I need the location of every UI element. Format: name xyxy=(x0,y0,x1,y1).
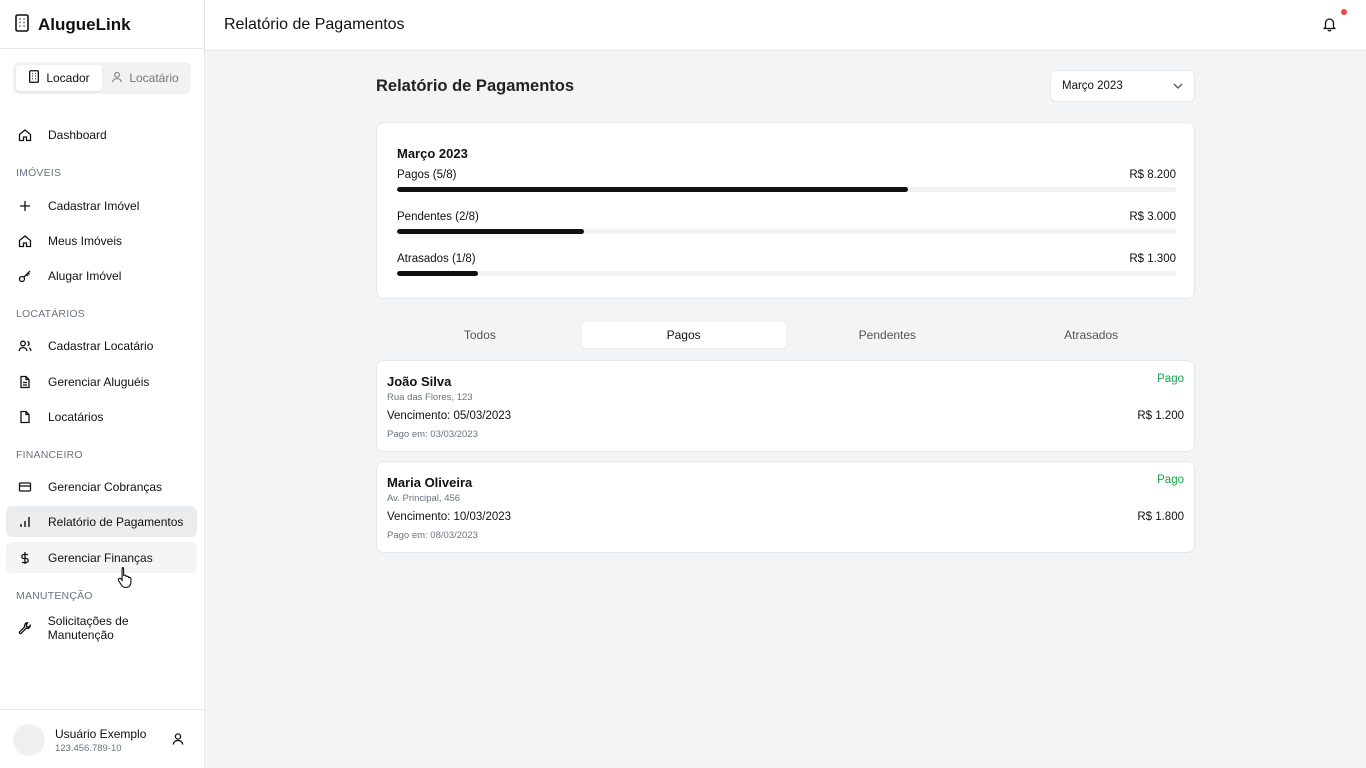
payment-card[interactable]: Maria Oliveira Av. Principal, 456 Vencim… xyxy=(376,461,1195,553)
header-title: Relatório de Pagamentos xyxy=(224,16,405,33)
page-title: Relatório de Pagamentos xyxy=(376,77,575,95)
avatar[interactable] xyxy=(13,724,45,756)
dollar-icon xyxy=(6,551,44,565)
month-select[interactable]: Março 2023 xyxy=(1050,70,1195,102)
sidebar-item-relatorio-pagamentos[interactable]: Relatório de Pagamentos xyxy=(6,506,197,537)
summary-card: Março 2023 Pagos (5/8) R$ 8.200 Pendente… xyxy=(376,122,1195,299)
tab-pagos[interactable]: Pagos xyxy=(581,322,786,348)
profile-icon[interactable] xyxy=(171,732,185,751)
month-select-value: Março 2023 xyxy=(1062,80,1123,92)
status-badge: Pago xyxy=(1157,474,1184,486)
summary-amount: R$ 8.200 xyxy=(1129,169,1176,181)
sidebar-item-gerenciar-cobrancas[interactable]: Gerenciar Cobranças xyxy=(6,471,197,502)
divider xyxy=(0,709,204,710)
role-landlord-label: Locador xyxy=(46,71,90,85)
sidebar-item-gerenciar-financas[interactable]: Gerenciar Finanças xyxy=(6,542,197,573)
sidebar-item-locatarios[interactable]: Locatários xyxy=(6,401,197,432)
home-icon xyxy=(6,234,44,248)
progress-track xyxy=(397,187,1176,192)
credit-card-icon xyxy=(6,480,44,494)
payment-card[interactable]: João Silva Rua das Flores, 123 Venciment… xyxy=(376,360,1195,452)
bell-icon[interactable] xyxy=(1322,16,1337,37)
status-tabs: Todos Pagos Pendentes Atrasados xyxy=(376,320,1195,350)
divider xyxy=(0,48,204,49)
building-icon xyxy=(14,13,30,37)
home-icon xyxy=(6,128,44,142)
summary-amount: R$ 3.000 xyxy=(1129,211,1176,223)
summary-amount: R$ 1.300 xyxy=(1129,253,1176,265)
summary-label: Pendentes (2/8) xyxy=(397,211,479,223)
bar-chart-icon xyxy=(6,515,44,529)
progress-track xyxy=(397,229,1176,234)
building-icon xyxy=(28,70,40,86)
due-date: Vencimento: 05/03/2023 xyxy=(387,410,512,422)
section-imoveis: IMÓVEIS xyxy=(16,167,62,179)
top-bar: Relatório de Pagamentos xyxy=(205,0,1366,51)
progress-fill xyxy=(397,229,584,234)
sidebar-item-cadastrar-imovel[interactable]: Cadastrar Imóvel xyxy=(6,190,197,221)
payment-amount: R$ 1.800 xyxy=(1137,511,1184,523)
user-id: 123.456.789-10 xyxy=(55,743,122,754)
sidebar-item-cadastrar-locatario[interactable]: Cadastrar Locatário xyxy=(6,330,197,361)
sidebar-item-solicitacoes-manutencao[interactable]: Solicitações de Manutenção xyxy=(6,612,197,643)
due-date: Vencimento: 10/03/2023 xyxy=(387,511,512,523)
section-manutencao: MANUTENÇÃO xyxy=(16,590,93,602)
paid-date: Pago em: 08/03/2023 xyxy=(387,530,478,541)
user-name: Usuário Exemplo xyxy=(55,727,147,741)
summary-title: Março 2023 xyxy=(397,146,468,161)
role-switch: Locador Locatário xyxy=(13,62,191,94)
brand[interactable]: AlugueLink xyxy=(14,13,131,37)
sidebar-item-gerenciar-alugueis[interactable]: Gerenciar Aluguéis xyxy=(6,366,197,397)
property-address: Rua das Flores, 123 xyxy=(387,392,473,403)
hand-cursor-icon xyxy=(117,566,135,593)
plus-icon xyxy=(6,199,44,213)
tab-atrasados[interactable]: Atrasados xyxy=(989,322,1193,348)
chevron-down-icon xyxy=(1173,80,1183,92)
sidebar-item-dashboard[interactable]: Dashboard xyxy=(6,119,197,150)
user-icon xyxy=(111,71,123,86)
document-icon xyxy=(6,375,44,389)
key-icon xyxy=(6,269,44,283)
users-icon xyxy=(6,339,44,353)
section-locatarios: LOCATÁRIOS xyxy=(16,308,85,320)
sidebar: AlugueLink Locador Locatário Dashboard I… xyxy=(0,0,205,768)
sidebar-item-alugar-imovel[interactable]: Alugar Imóvel xyxy=(6,260,197,291)
tenant-name: Maria Oliveira xyxy=(387,475,473,490)
paid-date: Pago em: 03/03/2023 xyxy=(387,429,478,440)
file-icon xyxy=(6,410,44,424)
property-address: Av. Principal, 456 xyxy=(387,493,461,504)
wrench-icon xyxy=(6,621,44,635)
tab-pendentes[interactable]: Pendentes xyxy=(786,322,990,348)
summary-label: Pagos (5/8) xyxy=(397,169,457,181)
tab-todos[interactable]: Todos xyxy=(378,322,582,348)
role-tenant-button[interactable]: Locatário xyxy=(102,65,188,91)
sidebar-item-meus-imoveis[interactable]: Meus Imóveis xyxy=(6,225,197,256)
app-name: AlugueLink xyxy=(38,15,131,34)
status-badge: Pago xyxy=(1157,373,1184,385)
role-tenant-label: Locatário xyxy=(129,71,179,85)
tenant-name: João Silva xyxy=(387,374,452,389)
summary-label: Atrasados (1/8) xyxy=(397,253,476,265)
progress-fill xyxy=(397,271,479,276)
payment-amount: R$ 1.200 xyxy=(1137,410,1184,422)
section-financeiro: FINANCEIRO xyxy=(16,449,83,461)
progress-track xyxy=(397,271,1176,276)
role-landlord-button[interactable]: Locador xyxy=(16,65,102,91)
notification-dot xyxy=(1341,9,1347,15)
progress-fill xyxy=(397,187,909,192)
